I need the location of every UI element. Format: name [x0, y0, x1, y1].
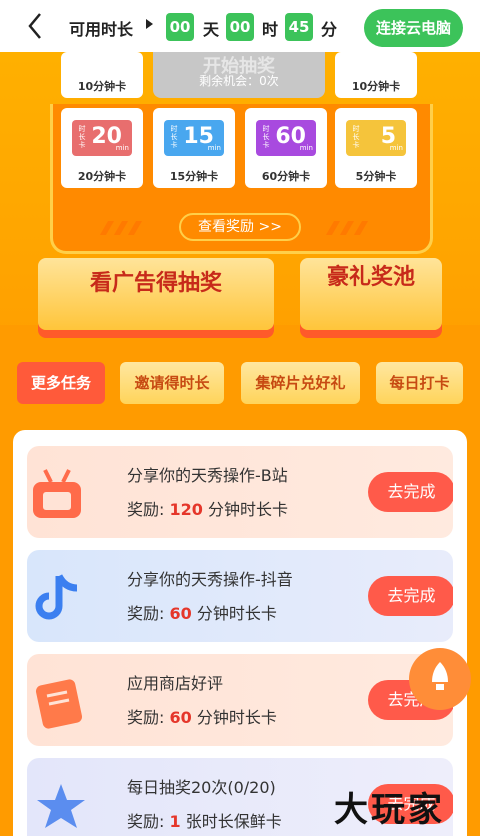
list-item: 分享你的天秀操作-抖音 奖励: 60 分钟时长卡 去完成 [27, 550, 453, 642]
days-value: 00 [166, 13, 194, 41]
bilibili-icon [33, 469, 81, 518]
ticket-icon: 时长卡 20 min [72, 120, 132, 156]
watermark-logo: 大玩家 [334, 790, 445, 830]
task-reward: 奖励: 120 分钟时长卡 [127, 500, 288, 519]
back-button[interactable] [22, 8, 52, 44]
prize-card: 时长卡 60 min 60分钟卡 [245, 108, 327, 188]
prize-card: 时长卡 20 min 20分钟卡 [61, 108, 143, 188]
task-reward: 奖励: 1 张时长保鲜卡 [127, 812, 282, 831]
prize-card-label: 60分钟卡 [261, 170, 311, 183]
task-title: 分享你的天秀操作-B站 [127, 466, 288, 485]
task-reward: 奖励: 60 分钟时长卡 [127, 604, 277, 623]
ticket-icon: 时长卡 15 min [164, 120, 224, 156]
prize-card-label: 10分钟卡 [77, 80, 127, 93]
tab-invite[interactable]: 邀请得时长 [120, 362, 224, 404]
task-title: 每日抽奖20次(0/20) [127, 778, 276, 797]
available-time-label: 可用时长 [69, 20, 134, 39]
rocket-button[interactable] [409, 648, 471, 710]
tab-more-tasks[interactable]: 更多任务 [17, 362, 105, 404]
days-unit: 天 [203, 20, 220, 39]
top-bar: 可用时长 00 天 00 时 45 分 连接云电脑 [0, 0, 480, 52]
complete-button[interactable]: 去完成 [368, 472, 453, 512]
task-reward: 奖励: 60 分钟时长卡 [127, 708, 277, 727]
prize-card: 10分钟卡 [61, 52, 143, 98]
remaining-chances: 剩余机会：0次 [199, 74, 279, 88]
task-title: 分享你的天秀操作-抖音 [127, 570, 293, 589]
connect-cloud-pc-button[interactable]: 连接云电脑 [364, 9, 463, 47]
view-rewards-button[interactable]: 查看奖励 >> [179, 213, 301, 241]
hours-value: 00 [226, 13, 254, 41]
start-draw-card[interactable]: 开始抽奖 剩余机会：0次 [153, 52, 325, 98]
minutes-value: 45 [285, 13, 313, 41]
ticket-icon: 时长卡 60 min [256, 120, 316, 156]
tab-collect-fragments[interactable]: 集碎片兑好礼 [241, 362, 360, 404]
prize-card-label: 5分钟卡 [355, 170, 397, 183]
review-icon [35, 679, 83, 729]
prize-card: 10分钟卡 [335, 52, 417, 98]
prize-card: 时长卡 15 min 15分钟卡 [153, 108, 235, 188]
minutes-unit: 分 [321, 20, 338, 39]
list-item: 应用商店好评 奖励: 60 分钟时长卡 去完成 [27, 654, 453, 746]
complete-button[interactable]: 去完成 [368, 576, 453, 616]
play-arrow-icon [146, 19, 153, 29]
tab-daily-checkin[interactable]: 每日打卡 [376, 362, 463, 404]
prize-card-label: 10分钟卡 [351, 80, 401, 93]
hours-unit: 时 [262, 20, 279, 39]
watch-ad-draw-button[interactable]: 看广告得抽奖 [38, 258, 274, 330]
chevron-left-icon [28, 13, 41, 39]
list-item: 分享你的天秀操作-B站 奖励: 120 分钟时长卡 去完成 [27, 446, 453, 538]
rocket-icon [432, 662, 448, 690]
prize-icon [37, 784, 85, 828]
task-list: 分享你的天秀操作-B站 奖励: 120 分钟时长卡 去完成 分享你的天秀操作-抖… [13, 430, 467, 836]
prize-pool-button[interactable]: 豪礼奖池 [300, 258, 442, 330]
douyin-icon [35, 574, 78, 620]
prize-card: 时长卡 5 min 5分钟卡 [335, 108, 417, 188]
ticket-icon: 时长卡 5 min [346, 120, 406, 156]
prize-card-label: 15分钟卡 [169, 170, 219, 183]
task-title: 应用商店好评 [127, 674, 224, 693]
prize-card-label: 20分钟卡 [77, 170, 127, 183]
